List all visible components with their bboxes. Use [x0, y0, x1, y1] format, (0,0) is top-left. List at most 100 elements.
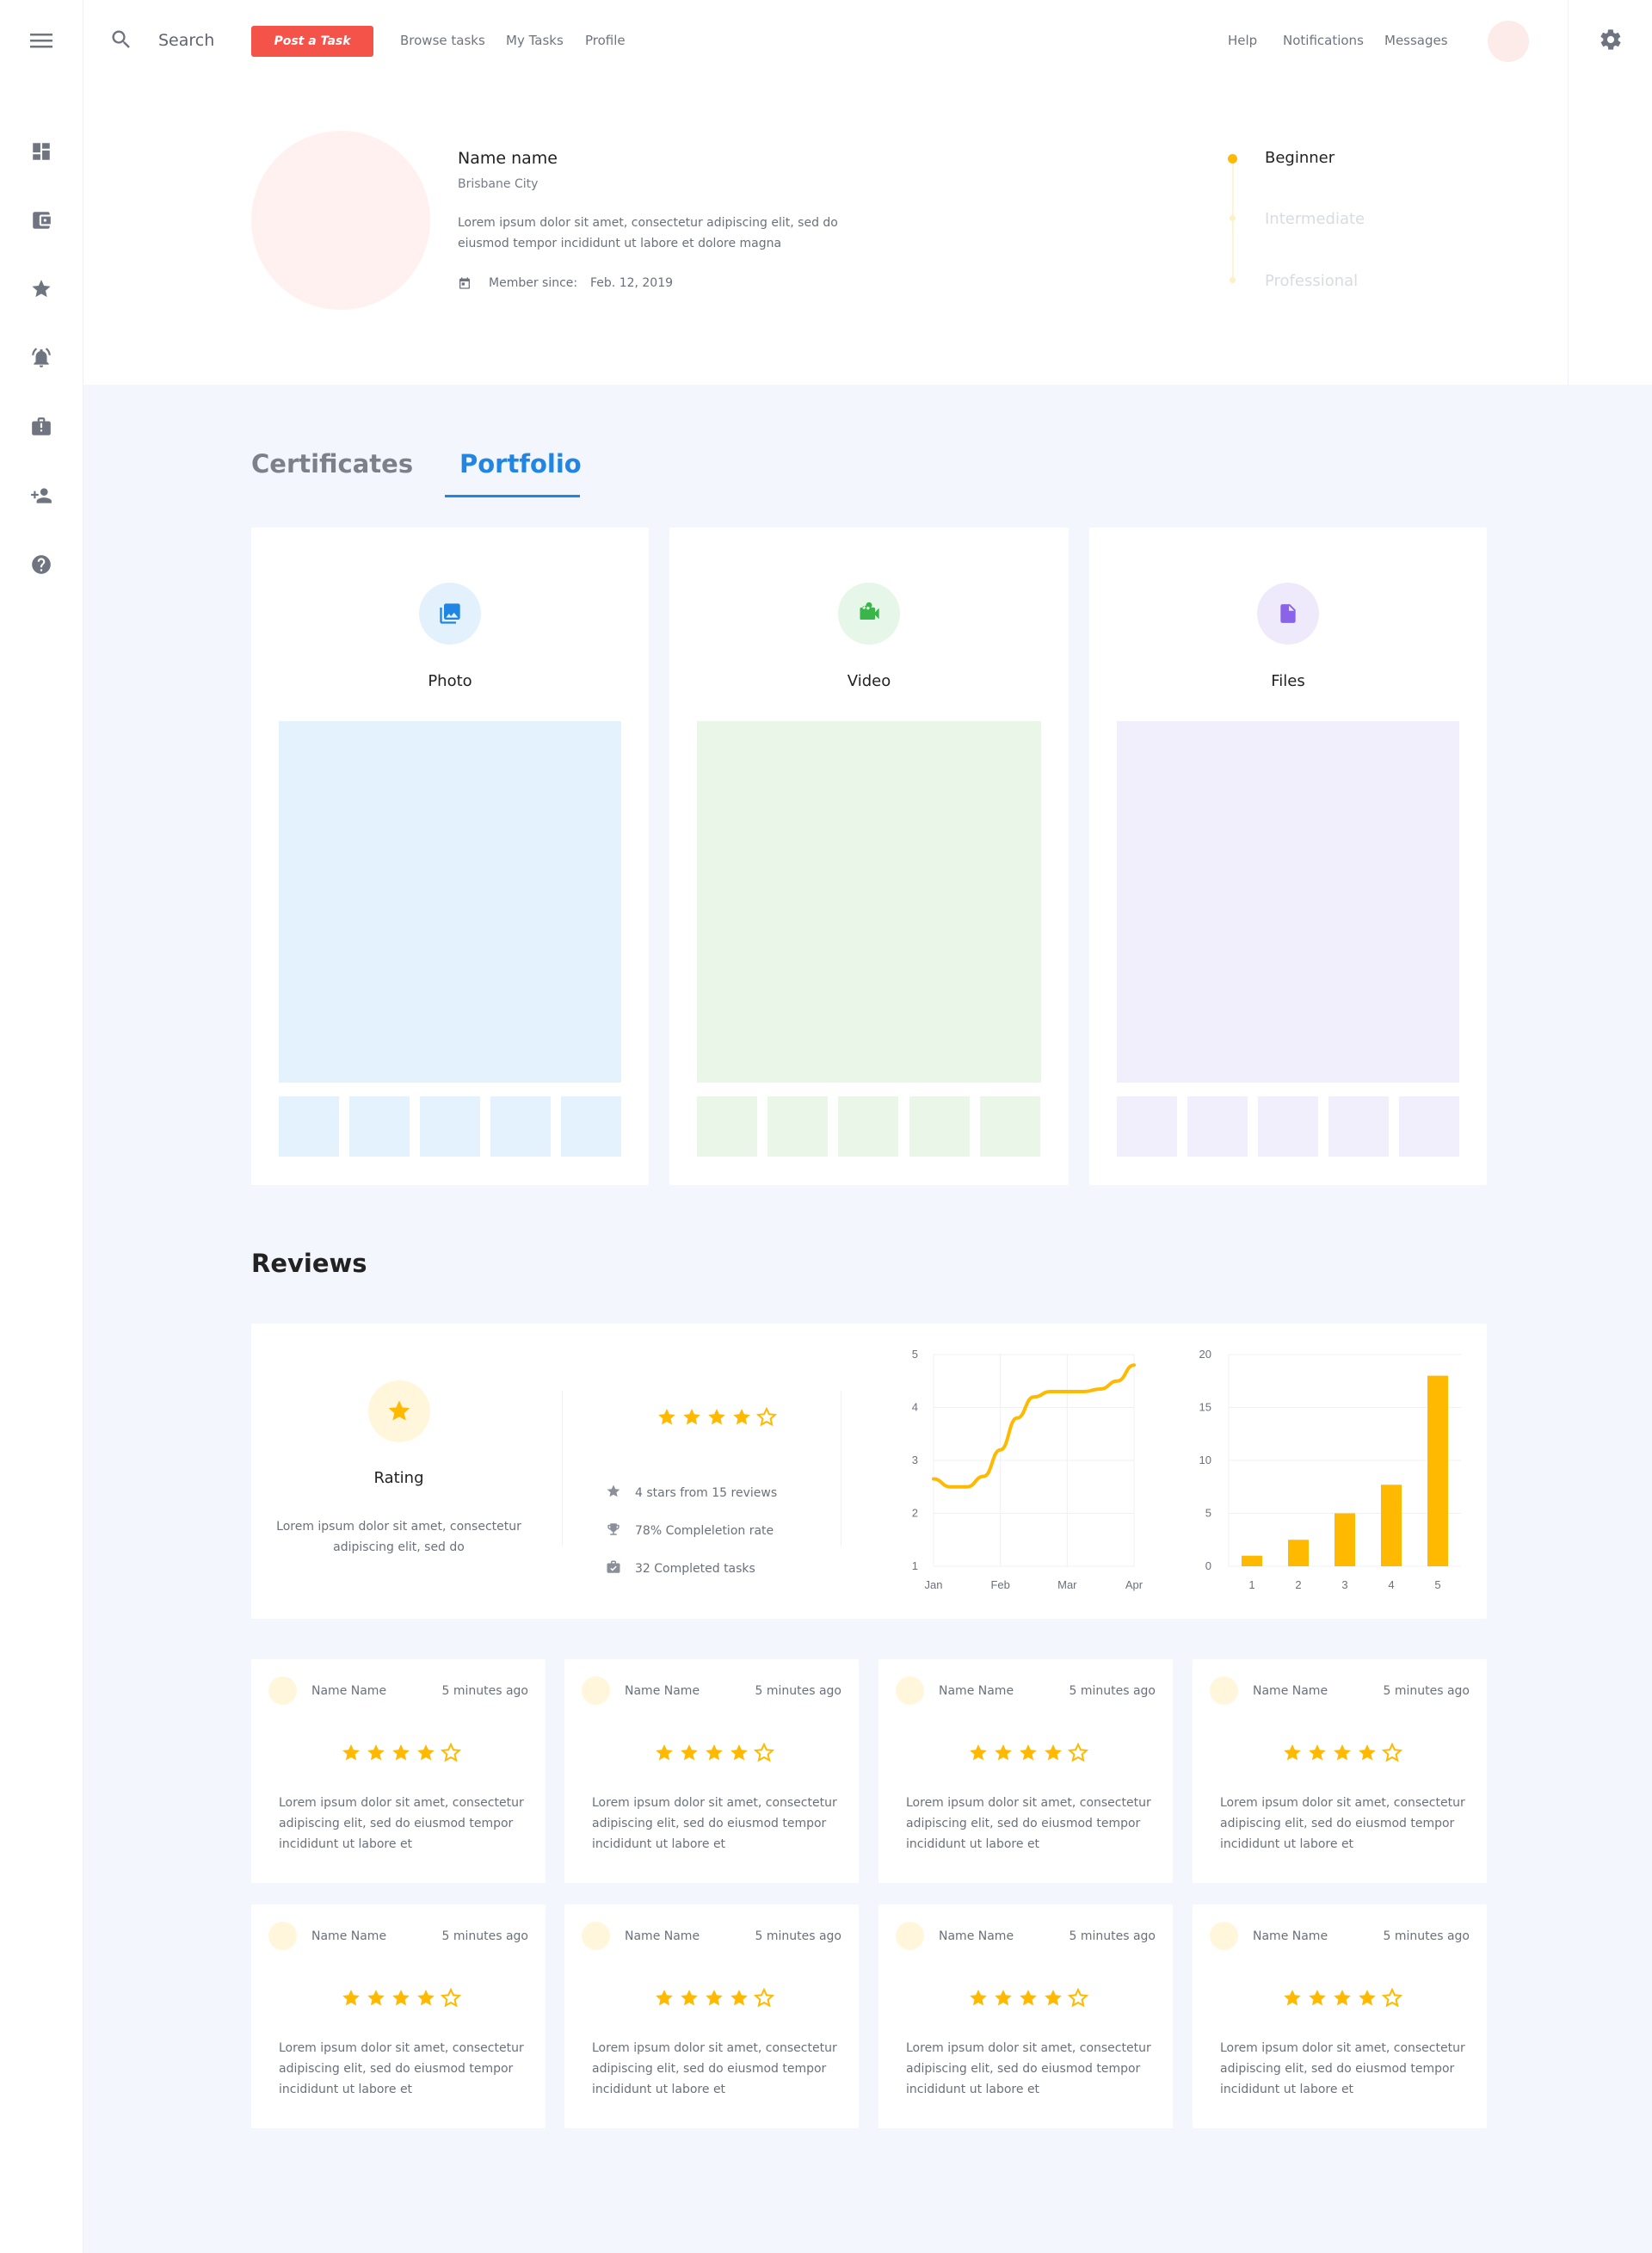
reviewer-avatar[interactable]	[896, 1922, 924, 1950]
y-tick-label: 2	[912, 1507, 918, 1520]
stat-completion-text: 78% Compleletion rate	[635, 1524, 774, 1538]
portfolio-thumb[interactable]	[1117, 1096, 1177, 1157]
star-badge-icon[interactable]	[26, 274, 57, 305]
series-line	[932, 1363, 1136, 1489]
portfolio-card-photo[interactable]: Photo	[251, 528, 649, 1185]
nav-my-tasks[interactable]: My Tasks	[506, 33, 564, 48]
reviewer-name[interactable]: Name Name	[1253, 1929, 1328, 1943]
star-filled-icon	[730, 1744, 748, 1761]
portfolio-main-video[interactable]	[697, 721, 1041, 1083]
bar	[1242, 1555, 1262, 1566]
user-avatar[interactable]	[1488, 21, 1529, 62]
portfolio-main-photo[interactable]	[279, 721, 621, 1083]
level-beginner: Beginner	[1265, 149, 1335, 167]
review-time: 5 minutes ago	[755, 1684, 841, 1698]
stat-completed-tasks: 32 Completed tasks	[606, 1559, 755, 1578]
star-filled-icon	[1284, 1744, 1301, 1761]
search-label[interactable]: Search	[158, 31, 214, 50]
review-star-rating	[1282, 1988, 1402, 2009]
nav-messages[interactable]: Messages	[1384, 33, 1448, 48]
review-text: Lorem ipsum dolor sit amet, consectetur …	[906, 1796, 1151, 1851]
portfolio-card-files[interactable]: Files	[1089, 528, 1487, 1185]
reviewer-avatar[interactable]	[582, 1922, 610, 1950]
reviewer-name[interactable]: Name Name	[939, 1929, 1014, 1943]
reviewer-avatar[interactable]	[896, 1676, 924, 1705]
star-filled-icon	[658, 1409, 675, 1425]
portfolio-thumb[interactable]	[909, 1096, 970, 1157]
x-tick-label: Apr	[1125, 1578, 1143, 1591]
bar	[1335, 1513, 1355, 1566]
review-text: Lorem ipsum dolor sit amet, consectetur …	[1220, 1796, 1465, 1851]
summary-star-rating	[656, 1407, 777, 1428]
review-card[interactable]: Name Name 5 minutes ago Lorem ipsum dolor …	[878, 1904, 1173, 2128]
dashboard-icon[interactable]	[26, 136, 57, 167]
tab-active-indicator	[445, 495, 580, 497]
reviewer-name[interactable]: Name Name	[311, 1929, 386, 1943]
review-card[interactable]: Name Name 5 minutes ago Lorem ipsum dolor …	[564, 1904, 859, 2128]
nav-browse-tasks[interactable]: Browse tasks	[400, 33, 485, 48]
portfolio-thumb[interactable]	[838, 1096, 898, 1157]
member-since-date: Feb. 12, 2019	[590, 276, 674, 290]
wallet-icon[interactable]	[26, 205, 57, 236]
star-filled-icon	[1020, 1990, 1037, 2006]
portfolio-thumb[interactable]	[490, 1096, 551, 1157]
add-user-icon[interactable]	[26, 480, 57, 511]
stat-completion: 78% Compleletion rate	[606, 1522, 774, 1540]
tab-certificates[interactable]: Certificates	[251, 449, 413, 478]
x-tick-label: Mar	[1057, 1578, 1077, 1591]
reviewer-name[interactable]: Name Name	[1253, 1684, 1328, 1698]
portfolio-thumb[interactable]	[349, 1096, 410, 1157]
post-task-button[interactable]: Post a Task	[251, 26, 373, 57]
star-filled-icon	[708, 1409, 725, 1425]
reviewer-name[interactable]: Name Name	[625, 1684, 700, 1698]
notification-bell-icon[interactable]	[26, 343, 57, 373]
task-alert-icon[interactable]	[26, 411, 57, 442]
portfolio-thumb[interactable]	[1187, 1096, 1248, 1157]
review-card[interactable]: Name Name 5 minutes ago Lorem ipsum dolor …	[1193, 1904, 1487, 2128]
review-text: Lorem ipsum dolor sit amet, consectetur …	[906, 2041, 1151, 2096]
nav-notifications[interactable]: Notifications	[1283, 33, 1364, 48]
reviewer-name[interactable]: Name Name	[311, 1684, 386, 1698]
nav-help[interactable]: Help	[1228, 33, 1257, 48]
bar	[1427, 1375, 1448, 1566]
portfolio-thumb[interactable]	[420, 1096, 480, 1157]
trophy-icon	[606, 1522, 621, 1540]
reviewer-avatar[interactable]	[1210, 1676, 1238, 1705]
review-card[interactable]: Name Name 5 minutes ago Lorem ipsum dolor …	[1193, 1659, 1487, 1883]
review-star-rating	[341, 1743, 461, 1763]
portfolio-main-files[interactable]	[1117, 721, 1459, 1083]
portfolio-thumb[interactable]	[1399, 1096, 1459, 1157]
nav-profile[interactable]: Profile	[585, 33, 626, 48]
portfolio-thumb[interactable]	[697, 1096, 757, 1157]
review-card[interactable]: Name Name 5 minutes ago Lorem ipsum dolor …	[251, 1659, 546, 1883]
stat-reviews-text: 4 stars from 15 reviews	[635, 1486, 778, 1500]
portfolio-thumb[interactable]	[1258, 1096, 1318, 1157]
portfolio-thumb[interactable]	[561, 1096, 621, 1157]
portfolio-thumb[interactable]	[279, 1096, 339, 1157]
reviewer-avatar[interactable]	[1210, 1922, 1238, 1950]
search-icon[interactable]	[109, 28, 133, 55]
tab-portfolio[interactable]: Portfolio	[459, 449, 582, 478]
briefcase-check-icon	[606, 1559, 621, 1578]
review-card[interactable]: Name Name 5 minutes ago Lorem ipsum dolor …	[564, 1659, 859, 1883]
star-outline-icon	[1068, 1743, 1088, 1762]
portfolio-thumb[interactable]	[767, 1096, 828, 1157]
reviewer-avatar[interactable]	[582, 1676, 610, 1705]
star-filled-icon	[706, 1744, 723, 1761]
portfolio-thumb[interactable]	[980, 1096, 1040, 1157]
reviewer-avatar[interactable]	[268, 1922, 297, 1950]
rating-title: Rating	[373, 1469, 424, 1487]
help-icon[interactable]	[26, 549, 57, 580]
reviewer-avatar[interactable]	[268, 1676, 297, 1705]
star-filled-icon	[1020, 1744, 1037, 1761]
star-icon	[606, 1484, 621, 1503]
reviewer-name[interactable]: Name Name	[625, 1929, 700, 1943]
star-filled-icon	[1309, 1990, 1326, 2006]
menu-icon[interactable]	[26, 25, 57, 56]
review-card[interactable]: Name Name 5 minutes ago Lorem ipsum dolor …	[878, 1659, 1173, 1883]
gear-icon[interactable]	[1599, 28, 1623, 55]
review-card[interactable]: Name Name 5 minutes ago Lorem ipsum dolor …	[251, 1904, 546, 2128]
portfolio-card-video[interactable]: Video	[669, 528, 1069, 1185]
reviewer-name[interactable]: Name Name	[939, 1684, 1014, 1698]
portfolio-thumb[interactable]	[1328, 1096, 1389, 1157]
